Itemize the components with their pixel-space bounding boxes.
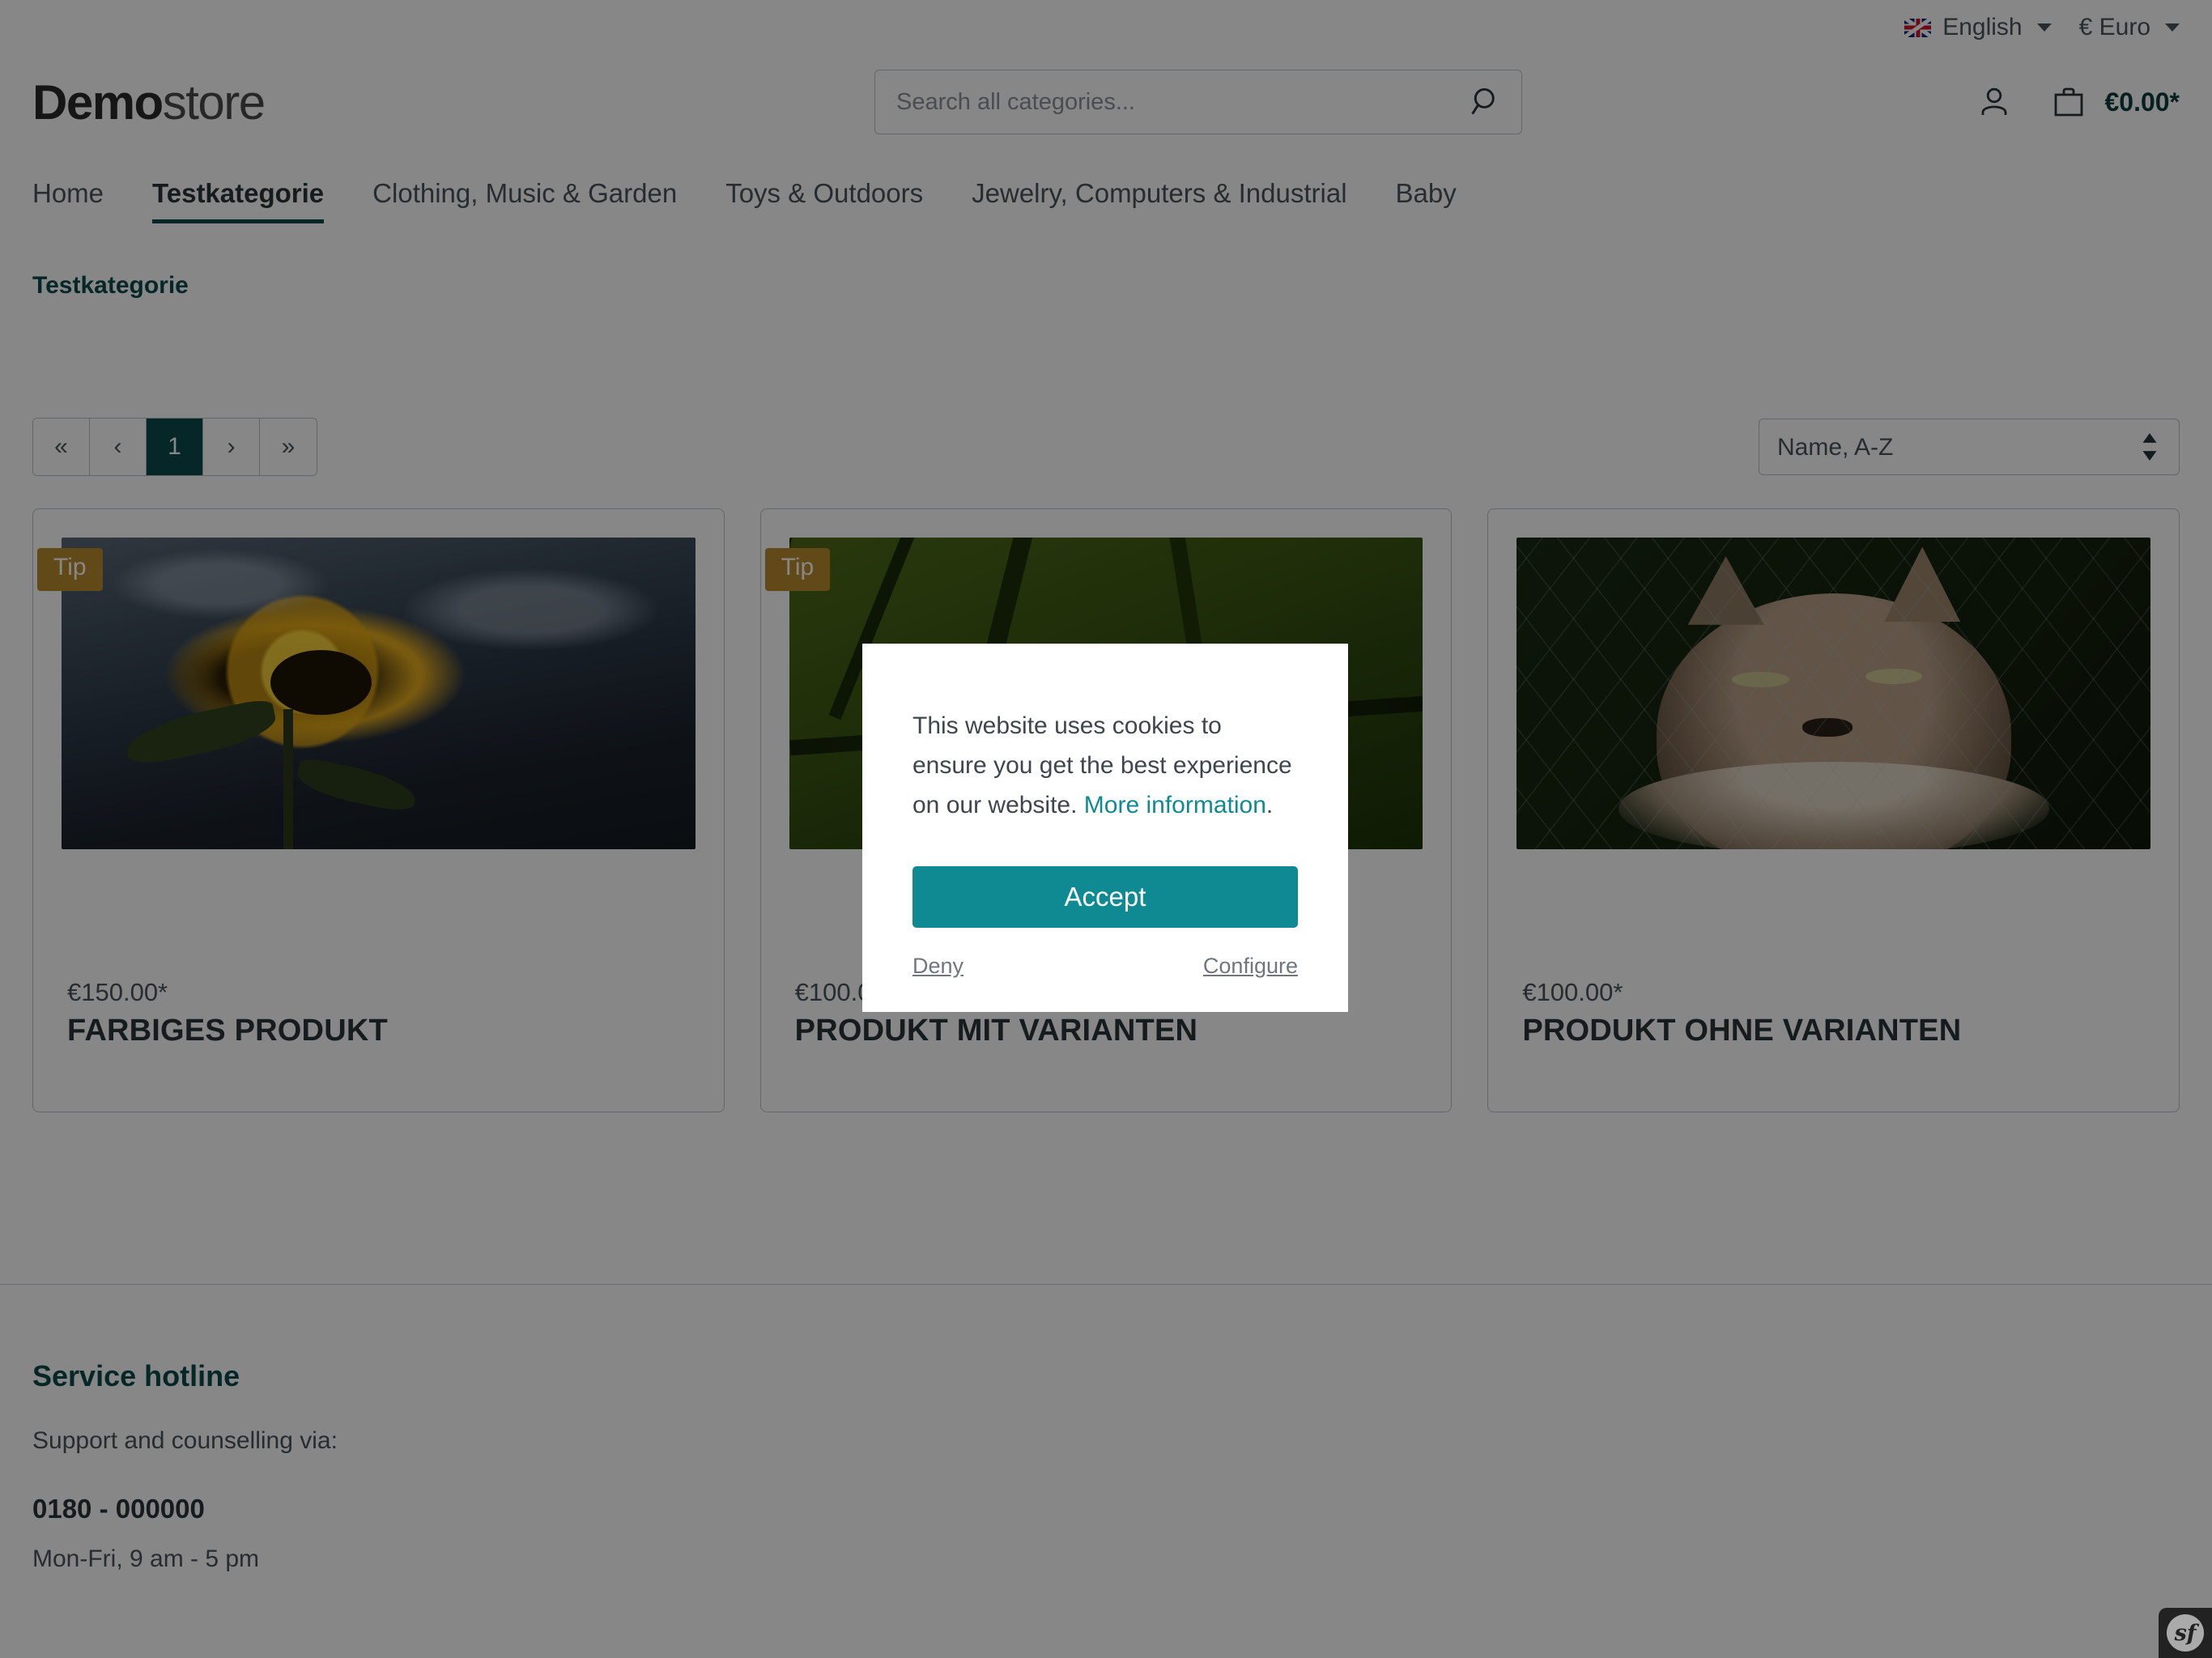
symfony-icon: sf	[2167, 1614, 2204, 1652]
cookie-consent-dialog: This website uses cookies to ensure you …	[862, 644, 1348, 1012]
accept-cookies-button[interactable]: Accept	[912, 865, 1298, 928]
cookie-message-period: .	[1266, 791, 1274, 818]
deny-cookies-link[interactable]: Deny	[912, 954, 963, 979]
symfony-debug-toolbar-button[interactable]: sf	[2159, 1608, 2212, 1658]
more-information-link[interactable]: More information	[1084, 792, 1266, 818]
cookie-message: This website uses cookies to ensure you …	[912, 707, 1298, 826]
cookie-secondary-actions: Deny Configure	[912, 954, 1298, 979]
configure-cookies-link[interactable]: Configure	[1203, 954, 1298, 979]
